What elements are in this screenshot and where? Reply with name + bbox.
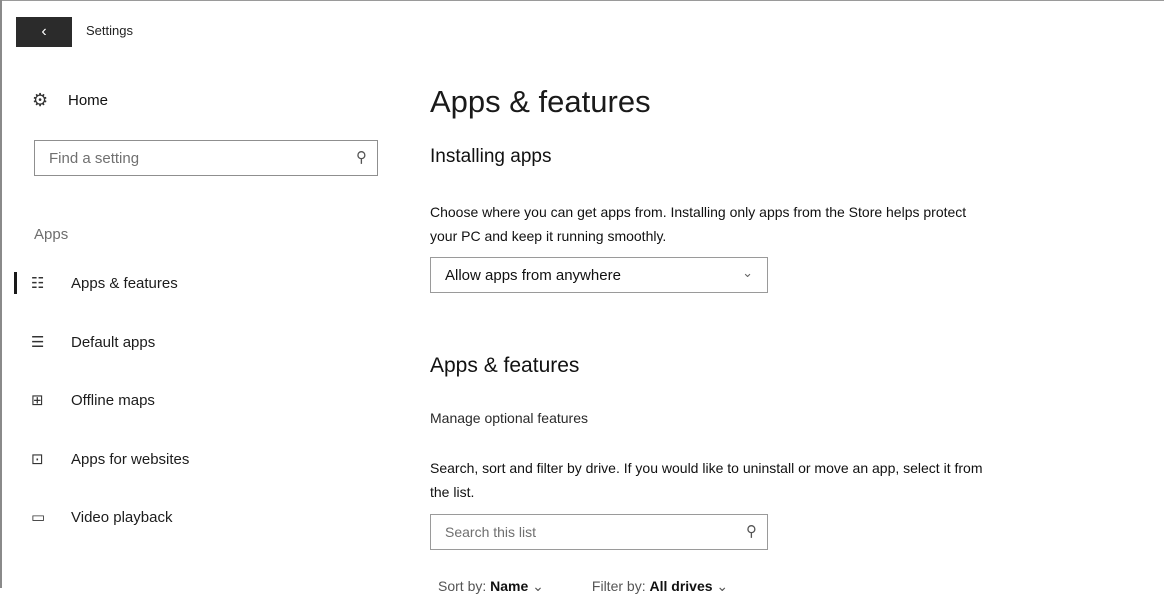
back-arrow-icon: ‹ — [41, 23, 47, 40]
search-list-box: ⚲ — [430, 514, 768, 550]
window-top-border — [0, 0, 1164, 1]
manage-optional-features-link[interactable]: Manage optional features — [430, 410, 588, 426]
filter-value: All drives — [649, 578, 713, 594]
sidebar-item-apps-for-websites[interactable]: ⊡ Apps for websites — [14, 442, 384, 476]
installing-apps-heading: Installing apps — [430, 146, 552, 167]
page-title: Apps & features — [430, 84, 651, 119]
apps-list-icon: ☷ — [31, 275, 45, 292]
sidebar-group-heading: Apps — [34, 226, 69, 243]
search-icon[interactable]: ⚲ — [746, 522, 757, 540]
sidebar-item-apps-features[interactable]: ☷ Apps & features — [14, 266, 384, 300]
chevron-down-icon: ⌄ — [532, 578, 544, 594]
map-icon: ⊞ — [31, 392, 44, 409]
sidebar-item-label: Apps for websites — [71, 450, 190, 468]
sidebar-item-label: Offline maps — [71, 391, 155, 409]
title-bar: ‹ Settings — [12, 15, 1152, 49]
sidebar-item-label: Default apps — [71, 333, 156, 351]
sidebar-item-offline-maps[interactable]: ⊞ Offline maps — [14, 383, 384, 417]
apps-features-heading: Apps & features — [430, 354, 580, 377]
filter-control[interactable]: Filter by: All drives ⌄ — [592, 578, 728, 594]
search-list-input[interactable] — [431, 515, 735, 549]
home-label: Home — [68, 92, 109, 109]
sort-label: Sort by: — [438, 578, 487, 594]
window-title: Settings — [86, 23, 133, 38]
sort-value: Name — [490, 578, 529, 594]
search-icon[interactable]: ⚲ — [356, 148, 367, 166]
sidebar-item-default-apps[interactable]: ☰ Default apps — [14, 325, 384, 359]
home-nav-item[interactable]: ⚙ Home — [32, 90, 108, 111]
selection-indicator — [14, 272, 17, 294]
sidebar-item-label: Apps & features — [71, 274, 178, 292]
sidebar-item-video-playback[interactable]: ▭ Video playback — [14, 500, 384, 534]
app-source-dropdown[interactable]: Allow apps from anywhere ⌄ — [430, 257, 768, 293]
sort-filter-row: Sort by: Name ⌄ Filter by: All drives ⌄ — [438, 578, 728, 595]
web-app-icon: ⊡ — [31, 451, 44, 468]
chevron-down-icon: ⌄ — [742, 265, 753, 280]
installing-description: Choose where you can get apps from. Inst… — [430, 204, 967, 244]
sort-control[interactable]: Sort by: Name ⌄ — [438, 578, 544, 594]
dropdown-value: Allow apps from anywhere — [445, 266, 621, 284]
filter-label: Filter by: — [591, 578, 646, 594]
default-apps-icon: ☰ — [31, 334, 45, 351]
gear-icon: ⚙ — [32, 90, 49, 110]
chevron-down-icon: ⌄ — [716, 578, 729, 594]
search-description: Search, sort and filter by drive. If you… — [430, 460, 983, 500]
find-setting-box: ⚲ — [34, 140, 378, 176]
find-setting-input[interactable] — [35, 141, 349, 175]
sidebar-item-label: Video playback — [71, 508, 173, 526]
window-left-border — [0, 0, 2, 588]
video-icon: ▭ — [31, 509, 46, 526]
back-button[interactable]: ‹ — [16, 17, 72, 47]
